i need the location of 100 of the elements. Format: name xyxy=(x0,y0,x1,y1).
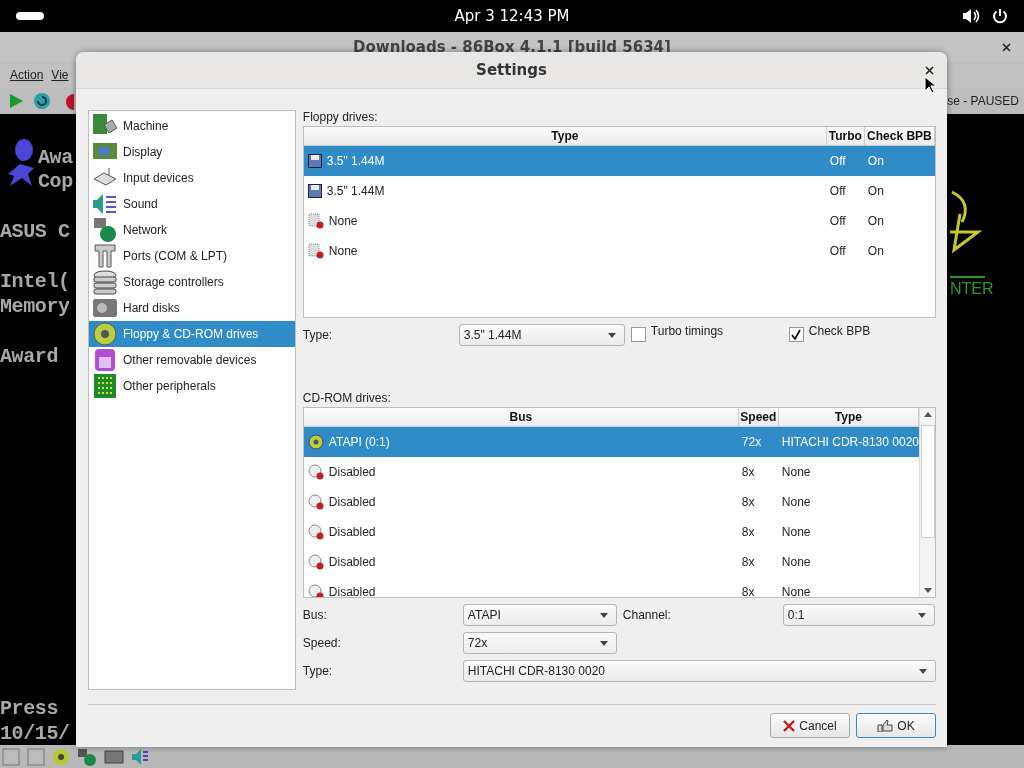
category-item[interactable]: Floppy & CD-ROM drives xyxy=(89,321,295,347)
menu-item[interactable]: Vie xyxy=(51,68,69,82)
table-cell-text: 8x xyxy=(740,465,756,479)
dropdown-arrow-icon xyxy=(917,612,926,618)
table-row[interactable]: ATAPI (0:1) 72x HITACHI CDR-8130 0020 xyxy=(303,427,919,457)
table-cell-text: On xyxy=(866,244,885,258)
table-row[interactable]: Disabled 8x None xyxy=(303,547,919,577)
scrollbar[interactable] xyxy=(919,408,935,597)
type-dropdown[interactable]: 3.5" 1.44M xyxy=(458,324,625,346)
column-header[interactable]: Check BPB xyxy=(864,127,935,145)
disk-stack-icon xyxy=(92,269,118,295)
table-cell: Disabled xyxy=(328,525,376,539)
category-item[interactable]: Sound xyxy=(89,191,295,217)
table-cell-text: HITACHI CDR-8130 0020 xyxy=(780,435,919,449)
checkbox[interactable] xyxy=(788,326,804,342)
column-header[interactable]: Speed xyxy=(738,408,779,426)
table-cell: ATAPI (0:1) xyxy=(328,435,390,449)
dropdown-arrow-icon xyxy=(919,668,927,674)
activities-icon[interactable] xyxy=(16,12,44,20)
mouse-cursor-icon xyxy=(924,76,936,94)
dropdown-arrow-icon xyxy=(599,640,608,646)
floppy-icon xyxy=(307,184,322,198)
field-label: Channel: xyxy=(622,608,672,622)
dialog-title: Settings xyxy=(476,61,547,79)
status-text: se - PAUSED xyxy=(947,94,1019,108)
field-label: Bus: xyxy=(302,608,328,622)
channel-dropdown[interactable]: 0:1 xyxy=(782,604,935,626)
scroll-up-icon[interactable] xyxy=(923,412,932,417)
category-item[interactable]: Input devices xyxy=(89,165,295,191)
table-cell: Disabled xyxy=(328,555,376,569)
table-cell: 3.5" 1.44M xyxy=(326,154,385,168)
table-cell-text: 72x xyxy=(740,435,763,449)
reset-icon[interactable] xyxy=(33,92,51,110)
table-row[interactable]: None Off On xyxy=(303,206,935,236)
close-icon[interactable] xyxy=(1002,43,1011,52)
table-cell-text: None xyxy=(780,495,812,509)
field-label: Type: xyxy=(302,664,334,678)
bus-dropdown[interactable]: ATAPI xyxy=(462,604,617,626)
table-cell: Disabled xyxy=(328,495,376,509)
volume-icon[interactable] xyxy=(962,8,980,24)
network-icon[interactable] xyxy=(77,747,97,766)
category-item[interactable]: Hard disks xyxy=(89,295,295,321)
category-item[interactable]: Other removable devices xyxy=(89,347,295,373)
section-label: CD-ROM drives: xyxy=(302,391,392,407)
category-item[interactable]: Other peripherals xyxy=(89,373,295,399)
table-cell: None xyxy=(328,214,358,228)
bios-text: Award xyxy=(0,345,58,369)
table-row[interactable]: Disabled 8x None xyxy=(303,487,919,517)
table-cell-text: On xyxy=(866,154,885,168)
disabled-disc-icon xyxy=(307,554,324,570)
table-row[interactable]: Disabled 8x None xyxy=(303,457,919,487)
disc-icon[interactable] xyxy=(52,747,70,766)
field-label: Type: xyxy=(302,328,334,342)
network-icon xyxy=(92,217,118,243)
disc-icon xyxy=(92,321,118,347)
port-icon xyxy=(92,243,118,269)
category-item[interactable]: Storage controllers xyxy=(89,269,295,295)
table-cell-text: 8x xyxy=(740,585,756,597)
table-row[interactable]: Disabled 8x None xyxy=(303,517,919,547)
table-cell-text: 8x xyxy=(740,525,756,539)
close-icon[interactable] xyxy=(925,66,934,75)
speaker-icon[interactable] xyxy=(131,747,149,766)
table-cell-text: 8x xyxy=(740,495,756,509)
dropdown-arrow-icon xyxy=(607,332,616,338)
column-header[interactable]: Bus xyxy=(303,408,739,426)
checkbox-label: Check BPB xyxy=(808,324,871,338)
table-row[interactable]: 3.5" 1.44M Off On xyxy=(303,146,935,176)
category-item[interactable]: Display xyxy=(89,139,295,165)
bios-text: ASUS C xyxy=(0,220,70,244)
field-label: Speed: xyxy=(302,636,342,650)
clock[interactable]: Apr 3 12:43 PM xyxy=(454,7,570,25)
table-cell-text: None xyxy=(780,465,812,479)
type-dropdown[interactable]: HITACHI CDR-8130 0020 xyxy=(462,660,936,682)
table-row[interactable]: None Off On xyxy=(303,236,935,266)
table-row[interactable]: Disabled 8x None xyxy=(303,577,919,597)
table-cell-text: None xyxy=(780,585,812,597)
column-header[interactable]: Turbo xyxy=(826,127,865,145)
bios-text: Intel( xyxy=(0,270,70,294)
menu-item[interactable]: Action xyxy=(10,68,44,82)
speed-dropdown[interactable]: 72x xyxy=(462,632,617,654)
checkmark-icon xyxy=(791,328,802,340)
dropdown-arrow-icon xyxy=(599,612,608,618)
bios-text: NTER xyxy=(950,280,994,298)
column-header[interactable]: Type xyxy=(303,127,827,145)
category-item[interactable]: Network xyxy=(89,217,295,243)
table-cell-text: 8x xyxy=(740,555,756,569)
bios-text: Memory xyxy=(0,295,70,319)
bios-text: Cop xyxy=(38,170,73,194)
table-cell: None xyxy=(328,244,358,258)
category-item[interactable]: Ports (COM & LPT) xyxy=(89,243,295,269)
checkbox-label: Turbo timings xyxy=(650,324,725,338)
ok-button[interactable]: OK xyxy=(856,713,936,738)
removable-drive-icon xyxy=(92,347,118,373)
checkbox[interactable] xyxy=(630,326,646,342)
table-row[interactable]: 3.5" 1.44M Off On xyxy=(303,176,935,206)
scroll-down-icon[interactable] xyxy=(923,588,932,593)
table-cell: Disabled xyxy=(328,465,376,479)
floppy-icon xyxy=(307,154,322,168)
category-item[interactable]: Machine xyxy=(89,113,295,139)
cancel-button[interactable]: Cancel xyxy=(770,713,850,738)
